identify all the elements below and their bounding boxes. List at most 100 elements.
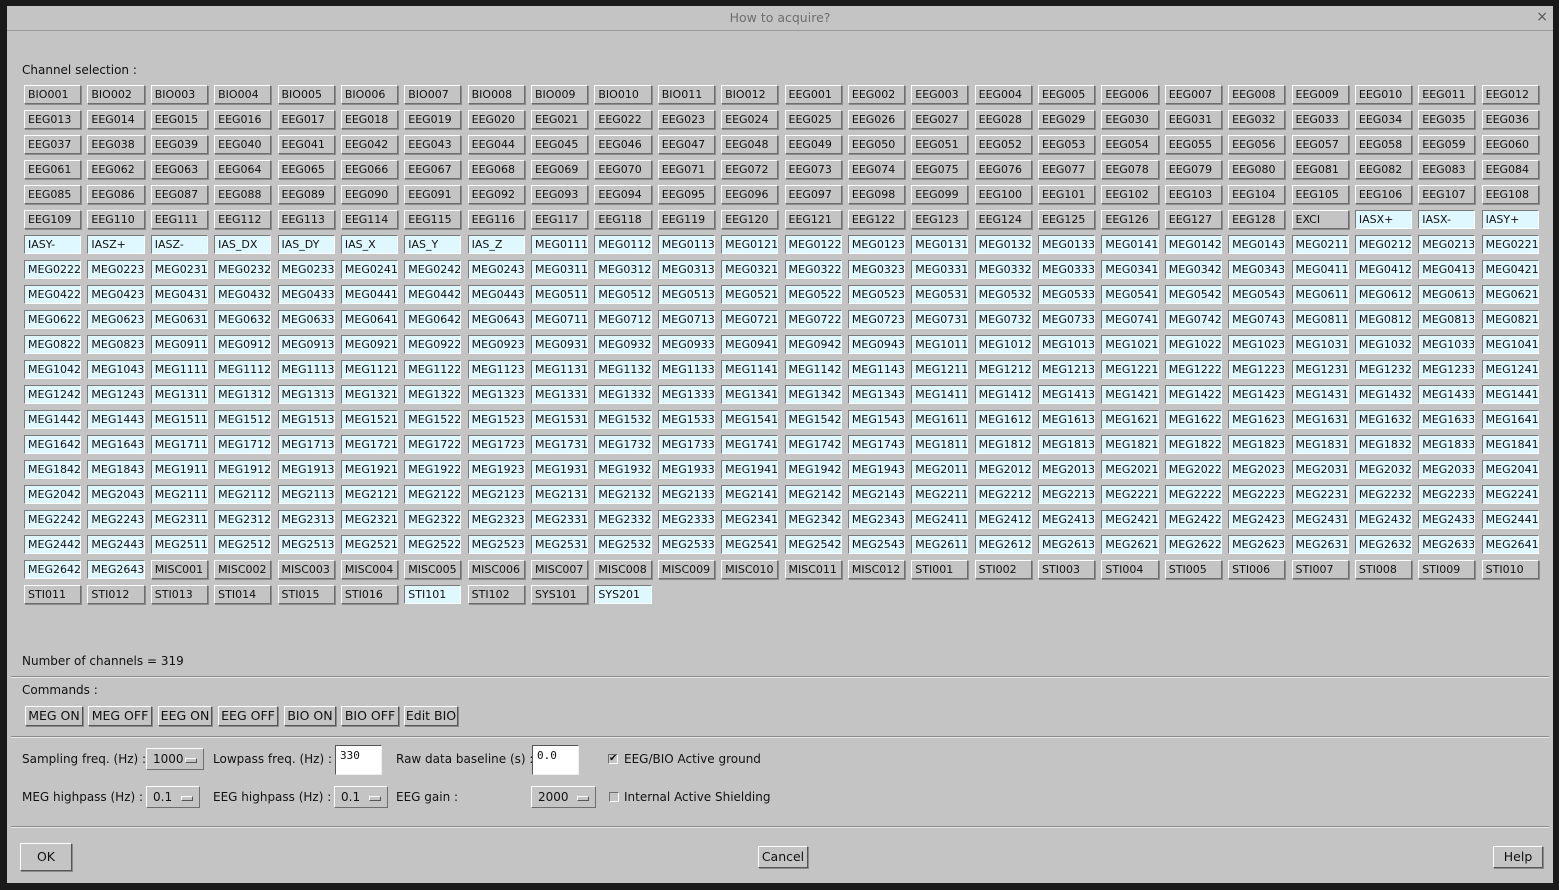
channel-toggle-meg0542[interactable]: MEG0542 [1164, 285, 1222, 304]
channel-toggle-meg1522[interactable]: MEG1522 [404, 410, 462, 429]
channel-toggle-bio002[interactable]: BIO002 [87, 85, 145, 104]
channel-toggle-meg1943[interactable]: MEG1943 [847, 460, 906, 479]
channel-toggle-meg0211[interactable]: MEG0211 [1291, 235, 1349, 254]
channel-toggle-meg1322[interactable]: MEG1322 [404, 385, 462, 404]
channel-toggle-meg0223[interactable]: MEG0223 [87, 260, 145, 279]
channel-toggle-bio006[interactable]: BIO006 [340, 85, 399, 104]
channel-toggle-exci[interactable]: EXCI [1291, 210, 1349, 229]
channel-toggle-meg2421[interactable]: MEG2421 [1101, 510, 1159, 529]
channel-toggle-meg1842[interactable]: MEG1842 [24, 460, 82, 479]
baseline-input[interactable]: 0.0 [532, 745, 579, 775]
channel-toggle-meg0722[interactable]: MEG0722 [784, 310, 842, 329]
channel-toggle-meg2431[interactable]: MEG2431 [1291, 510, 1349, 529]
channel-toggle-meg1613[interactable]: MEG1613 [1038, 410, 1096, 429]
channel-toggle-eeg031[interactable]: EEG031 [1164, 110, 1222, 129]
channel-toggle-meg0912[interactable]: MEG0912 [214, 335, 272, 354]
channel-toggle-meg0632[interactable]: MEG0632 [214, 310, 272, 329]
channel-toggle-meg0433[interactable]: MEG0433 [277, 285, 335, 304]
channel-toggle-eeg098[interactable]: EEG098 [847, 185, 906, 204]
channel-toggle-meg0323[interactable]: MEG0323 [847, 260, 906, 279]
channel-toggle-meg0243[interactable]: MEG0243 [467, 260, 525, 279]
channel-toggle-meg1643[interactable]: MEG1643 [87, 435, 145, 454]
channel-toggle-eeg100[interactable]: EEG100 [974, 185, 1032, 204]
meg-on-button[interactable]: MEG ON [25, 706, 83, 726]
channel-toggle-meg0333[interactable]: MEG0333 [1038, 260, 1096, 279]
channel-toggle-meg1521[interactable]: MEG1521 [340, 410, 399, 429]
channel-toggle-eeg119[interactable]: EEG119 [657, 210, 715, 229]
channel-toggle-misc012[interactable]: MISC012 [847, 560, 906, 579]
channel-toggle-eeg023[interactable]: EEG023 [657, 110, 715, 129]
channel-toggle-eeg102[interactable]: EEG102 [1101, 185, 1159, 204]
channel-toggle-meg0212[interactable]: MEG0212 [1354, 235, 1413, 254]
channel-toggle-meg0623[interactable]: MEG0623 [87, 310, 145, 329]
channel-toggle-meg1231[interactable]: MEG1231 [1291, 360, 1349, 379]
channel-toggle-meg2521[interactable]: MEG2521 [340, 535, 399, 554]
channel-toggle-meg1623[interactable]: MEG1623 [1228, 410, 1286, 429]
channel-toggle-sti002[interactable]: STI002 [974, 560, 1032, 579]
channel-toggle-meg2631[interactable]: MEG2631 [1291, 535, 1349, 554]
channel-toggle-meg2523[interactable]: MEG2523 [467, 535, 525, 554]
channel-toggle-eeg034[interactable]: EEG034 [1354, 110, 1413, 129]
channel-toggle-meg2423[interactable]: MEG2423 [1228, 510, 1286, 529]
channel-toggle-meg0122[interactable]: MEG0122 [784, 235, 842, 254]
channel-toggle-eeg051[interactable]: EEG051 [911, 135, 969, 154]
channel-toggle-eeg101[interactable]: EEG101 [1038, 185, 1096, 204]
channel-toggle-meg2011[interactable]: MEG2011 [911, 460, 969, 479]
channel-toggle-ias_dx[interactable]: IAS_DX [214, 235, 272, 254]
channel-toggle-meg0413[interactable]: MEG0413 [1418, 260, 1476, 279]
channel-toggle-eeg003[interactable]: EEG003 [911, 85, 969, 104]
channel-toggle-eeg061[interactable]: EEG061 [24, 160, 82, 179]
channel-toggle-eeg087[interactable]: EEG087 [150, 185, 208, 204]
channel-toggle-eeg084[interactable]: EEG084 [1481, 160, 1539, 179]
channel-toggle-eeg080[interactable]: EEG080 [1228, 160, 1286, 179]
channel-toggle-misc006[interactable]: MISC006 [467, 560, 525, 579]
channel-toggle-bio009[interactable]: BIO009 [531, 85, 589, 104]
channel-toggle-misc001[interactable]: MISC001 [150, 560, 208, 579]
channel-toggle-eeg006[interactable]: EEG006 [1101, 85, 1159, 104]
channel-toggle-eeg127[interactable]: EEG127 [1164, 210, 1222, 229]
channel-toggle-eeg056[interactable]: EEG056 [1228, 135, 1286, 154]
channel-toggle-meg2432[interactable]: MEG2432 [1354, 510, 1413, 529]
channel-toggle-meg1412[interactable]: MEG1412 [974, 385, 1032, 404]
channel-toggle-meg1011[interactable]: MEG1011 [911, 335, 969, 354]
channel-toggle-meg0813[interactable]: MEG0813 [1418, 310, 1476, 329]
channel-toggle-bio011[interactable]: BIO011 [657, 85, 715, 104]
channel-toggle-eeg076[interactable]: EEG076 [974, 160, 1032, 179]
channel-toggle-bio010[interactable]: BIO010 [594, 85, 652, 104]
channel-toggle-eeg044[interactable]: EEG044 [467, 135, 525, 154]
channel-toggle-meg1811[interactable]: MEG1811 [911, 435, 969, 454]
channel-toggle-meg2131[interactable]: MEG2131 [531, 485, 589, 504]
channel-toggle-eeg004[interactable]: EEG004 [974, 85, 1032, 104]
channel-toggle-bio001[interactable]: BIO001 [24, 85, 82, 104]
channel-toggle-meg0222[interactable]: MEG0222 [24, 260, 82, 279]
channel-toggle-meg0541[interactable]: MEG0541 [1101, 285, 1159, 304]
channel-toggle-meg0742[interactable]: MEG0742 [1164, 310, 1222, 329]
channel-toggle-eeg024[interactable]: EEG024 [721, 110, 779, 129]
channel-toggle-eeg007[interactable]: EEG007 [1164, 85, 1222, 104]
channel-toggle-meg1941[interactable]: MEG1941 [721, 460, 779, 479]
channel-toggle-meg2121[interactable]: MEG2121 [340, 485, 399, 504]
channel-toggle-meg1933[interactable]: MEG1933 [657, 460, 715, 479]
channel-toggle-eeg113[interactable]: EEG113 [277, 210, 335, 229]
channel-toggle-meg1141[interactable]: MEG1141 [721, 360, 779, 379]
channel-toggle-meg1333[interactable]: MEG1333 [657, 385, 715, 404]
channel-toggle-eeg104[interactable]: EEG104 [1228, 185, 1286, 204]
meg-highpass-select[interactable]: 0.1 [146, 786, 200, 808]
channel-toggle-misc002[interactable]: MISC002 [214, 560, 272, 579]
channel-toggle-meg2021[interactable]: MEG2021 [1101, 460, 1159, 479]
channel-toggle-meg1731[interactable]: MEG1731 [531, 435, 589, 454]
channel-toggle-meg1012[interactable]: MEG1012 [974, 335, 1032, 354]
channel-toggle-eeg117[interactable]: EEG117 [531, 210, 589, 229]
eeg-highpass-select[interactable]: 0.1 [334, 786, 388, 808]
channel-toggle-eeg032[interactable]: EEG032 [1228, 110, 1286, 129]
channel-toggle-meg1621[interactable]: MEG1621 [1101, 410, 1159, 429]
channel-toggle-meg1212[interactable]: MEG1212 [974, 360, 1032, 379]
channel-toggle-meg1542[interactable]: MEG1542 [784, 410, 842, 429]
channel-toggle-meg0822[interactable]: MEG0822 [24, 335, 82, 354]
channel-toggle-meg1822[interactable]: MEG1822 [1164, 435, 1222, 454]
channel-toggle-meg0723[interactable]: MEG0723 [847, 310, 906, 329]
channel-toggle-sti101[interactable]: STI101 [404, 585, 462, 604]
channel-toggle-eeg008[interactable]: EEG008 [1228, 85, 1286, 104]
channel-toggle-meg1033[interactable]: MEG1033 [1418, 335, 1476, 354]
channel-toggle-sti006[interactable]: STI006 [1228, 560, 1286, 579]
